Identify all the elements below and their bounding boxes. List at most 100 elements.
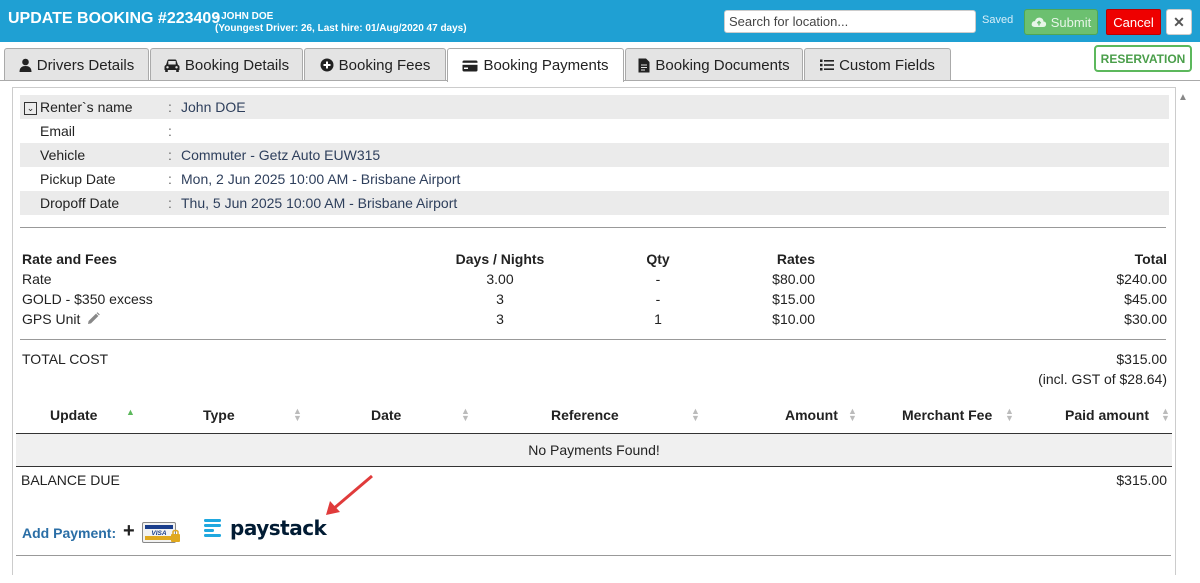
info-value: John DOE bbox=[181, 99, 246, 115]
sort-icon[interactable]: ▲ ▼ bbox=[461, 407, 470, 423]
column-merchant-fee[interactable]: Merchant Fee bbox=[902, 407, 992, 423]
tab-label: Booking Payments bbox=[483, 57, 609, 74]
column-type[interactable]: Type bbox=[203, 407, 235, 423]
total-cost-value: $315.00 bbox=[1116, 351, 1167, 367]
info-label: Pickup Date bbox=[40, 171, 116, 187]
column-paid-amount[interactable]: Paid amount bbox=[1065, 407, 1149, 423]
paystack-label: paystack bbox=[230, 516, 327, 540]
sort-icon[interactable]: ▲ ▼ bbox=[293, 407, 302, 423]
fees-header-rates: Rates bbox=[776, 251, 815, 267]
balance-due-label: BALANCE DUE bbox=[21, 472, 120, 488]
fee-qty: 1 bbox=[654, 311, 662, 327]
scroll-up-icon[interactable]: ▲ bbox=[1176, 92, 1190, 106]
add-payment-link[interactable]: Add Payment: bbox=[22, 525, 116, 541]
sort-ascending-icon[interactable]: ▲ bbox=[126, 407, 135, 417]
fee-rate: $15.00 bbox=[772, 291, 815, 307]
fee-total: $30.00 bbox=[1124, 311, 1167, 327]
column-reference[interactable]: Reference bbox=[551, 407, 619, 423]
sort-icon[interactable]: ▲ ▼ bbox=[1161, 407, 1170, 423]
info-row-vehicle: Vehicle : Commuter - Getz Auto EUW315 bbox=[20, 143, 1169, 167]
tab-booking-fees[interactable]: Booking Fees bbox=[304, 48, 446, 81]
info-label: Vehicle bbox=[40, 147, 86, 163]
tab-bar: Drivers Details Booking Details Booking … bbox=[4, 48, 1200, 82]
page-title: UPDATE BOOKING #223409 bbox=[8, 10, 221, 27]
fee-name: GOLD - $350 excess bbox=[22, 291, 153, 307]
header-bar: UPDATE BOOKING #223409 - JOHN DOE (Young… bbox=[0, 0, 1200, 42]
info-row-dropoff-date: Dropoff Date : Thu, 5 Jun 2025 10:00 AM … bbox=[20, 191, 1169, 215]
tab-label: Booking Documents bbox=[655, 56, 790, 74]
sort-icon[interactable]: ▲ ▼ bbox=[848, 407, 857, 423]
fee-total: $45.00 bbox=[1124, 291, 1167, 307]
fee-days: 3.00 bbox=[486, 271, 514, 287]
cancel-button[interactable]: Cancel bbox=[1106, 9, 1161, 35]
document-icon bbox=[638, 58, 650, 72]
fee-days: 3 bbox=[496, 291, 504, 307]
submit-label: Submit bbox=[1050, 14, 1092, 30]
plus-circle-icon bbox=[320, 58, 334, 72]
info-row-pickup-date: Pickup Date : Mon, 2 Jun 2025 10:00 AM -… bbox=[20, 167, 1169, 191]
arrow-icon bbox=[326, 474, 373, 515]
gst-note: (incl. GST of $28.64) bbox=[1038, 371, 1167, 387]
info-row-renter-name: ⌄ Renter`s name : John DOE bbox=[20, 95, 1169, 119]
info-value: Mon, 2 Jun 2025 10:00 AM - Brisbane Airp… bbox=[181, 171, 461, 187]
fees-header-name: Rate and Fees bbox=[22, 251, 117, 267]
plus-icon[interactable]: + bbox=[123, 520, 135, 543]
submit-button[interactable]: Submit bbox=[1024, 9, 1098, 35]
close-icon[interactable]: ✕ bbox=[1166, 9, 1192, 35]
car-icon bbox=[164, 59, 180, 72]
divider bbox=[20, 227, 1166, 228]
tab-booking-documents[interactable]: Booking Documents bbox=[625, 48, 803, 81]
credit-card-icon bbox=[462, 60, 478, 71]
tab-label: Custom Fields bbox=[839, 56, 935, 74]
search-input[interactable] bbox=[724, 10, 976, 33]
fees-header-qty: Qty bbox=[646, 251, 670, 267]
divider bbox=[16, 555, 1171, 556]
pencil-icon[interactable] bbox=[87, 312, 100, 325]
paystack-logo-icon bbox=[204, 519, 221, 537]
fee-rate: $80.00 bbox=[772, 271, 815, 287]
tab-custom-fields[interactable]: Custom Fields bbox=[804, 48, 951, 81]
column-amount[interactable]: Amount bbox=[785, 407, 838, 423]
info-label: Dropoff Date bbox=[40, 195, 120, 211]
balance-due-value: $315.00 bbox=[1116, 472, 1167, 488]
fees-header-days: Days / Nights bbox=[455, 251, 545, 267]
tab-label: Booking Details bbox=[184, 56, 290, 74]
info-label: Renter`s name bbox=[40, 99, 133, 115]
fee-name: GPS Unit bbox=[22, 311, 81, 327]
sort-icon[interactable]: ▲ ▼ bbox=[691, 407, 700, 423]
user-icon bbox=[19, 58, 32, 72]
sort-icon[interactable]: ▲ ▼ bbox=[1005, 407, 1014, 423]
tab-drivers-details[interactable]: Drivers Details bbox=[4, 48, 149, 81]
info-value: Thu, 5 Jun 2025 10:00 AM - Brisbane Airp… bbox=[181, 195, 458, 211]
info-label: Email bbox=[40, 123, 76, 139]
tab-booking-payments[interactable]: Booking Payments bbox=[447, 48, 624, 82]
reservation-badge[interactable]: RESERVATION bbox=[1094, 45, 1192, 72]
saved-status: Saved bbox=[982, 14, 1014, 26]
cloud-upload-icon bbox=[1031, 17, 1046, 27]
collapse-icon[interactable]: ⌄ bbox=[24, 102, 37, 115]
tab-label: Drivers Details bbox=[36, 56, 135, 74]
fee-qty: - bbox=[655, 291, 661, 307]
info-value: Commuter - Getz Auto EUW315 bbox=[181, 147, 381, 163]
column-update[interactable]: Update bbox=[50, 407, 97, 423]
payments-table-header: Update ▲ Type ▲ ▼ Date ▲ ▼ Reference ▲ ▼ Am… bbox=[16, 400, 1172, 433]
driver-name: - JOHN DOE bbox=[215, 11, 274, 22]
svg-text:VISA: VISA bbox=[151, 530, 166, 537]
fee-days: 3 bbox=[496, 311, 504, 327]
paystack-button[interactable]: paystack bbox=[204, 515, 327, 541]
tab-booking-details[interactable]: Booking Details bbox=[150, 48, 303, 81]
fee-total: $240.00 bbox=[1116, 271, 1167, 287]
fee-qty: - bbox=[655, 271, 661, 287]
empty-payments-message: No Payments Found! bbox=[16, 433, 1172, 467]
divider bbox=[20, 339, 1166, 340]
total-cost-label: TOTAL COST bbox=[22, 351, 109, 367]
visa-card-icon[interactable]: VISA bbox=[142, 522, 182, 545]
driver-info: (Youngest Driver: 26, Last hire: 01/Aug/… bbox=[215, 23, 467, 34]
list-icon bbox=[820, 59, 835, 71]
tab-label: Booking Fees bbox=[338, 56, 431, 74]
fee-name: Rate bbox=[22, 271, 52, 287]
fees-header-total: Total bbox=[1134, 251, 1167, 267]
info-row-email: Email : bbox=[20, 119, 1169, 143]
fee-rate: $10.00 bbox=[772, 311, 815, 327]
column-date[interactable]: Date bbox=[371, 407, 401, 423]
